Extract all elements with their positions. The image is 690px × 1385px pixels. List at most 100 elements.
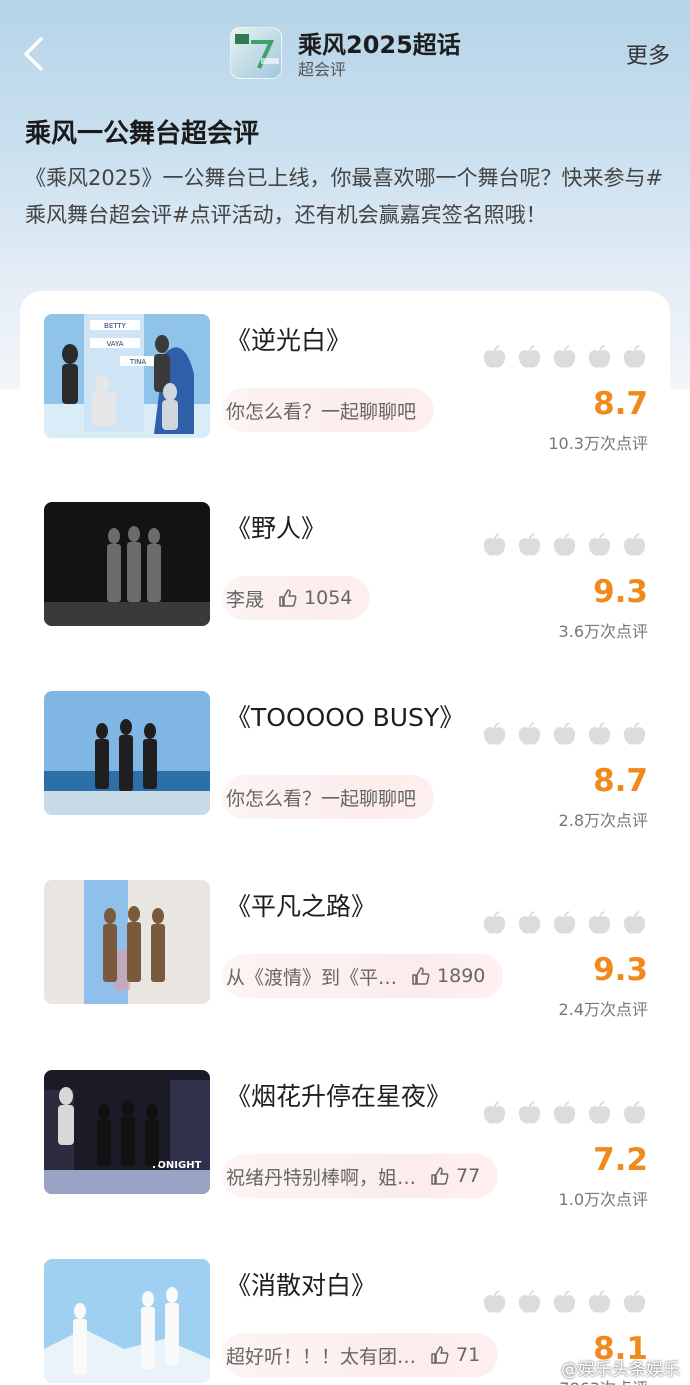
topic-subtitle: 超会评: [298, 60, 347, 79]
list-item[interactable]: BETTY VAYA TINA 《逆光白》 你怎么看？一起聊聊吧 8.7 10.…: [20, 314, 670, 464]
more-button[interactable]: 更多: [626, 38, 670, 70]
apple-icon[interactable]: [586, 344, 613, 371]
topic-logo-icon: [235, 34, 279, 69]
sign-text: TINA: [129, 358, 147, 366]
apple-icon[interactable]: [621, 721, 648, 748]
stage-thumbnail[interactable]: [44, 1259, 210, 1383]
rating-list-card: BETTY VAYA TINA 《逆光白》 你怎么看？一起聊聊吧 8.7 10.…: [20, 291, 670, 1385]
apple-icon[interactable]: [586, 1289, 613, 1316]
apple-icon[interactable]: [481, 1289, 508, 1316]
top-bar: 乘风2025超话 超会评 更多: [0, 0, 690, 110]
apple-icon[interactable]: [551, 1100, 578, 1127]
comment-bubble[interactable]: 你怎么看？一起聊聊吧: [222, 388, 435, 432]
comment-bubble[interactable]: 李晟 1054: [222, 576, 371, 620]
comment-text: 你怎么看？一起聊聊吧: [226, 787, 417, 810]
comment-bubble[interactable]: 从《渡情》到《平… 1890: [222, 954, 504, 998]
apple-icon[interactable]: [586, 532, 613, 559]
list-item[interactable]: 《野人》 李晟 1054 9.3 3.6万次点评: [20, 502, 670, 652]
score: 9.3: [593, 574, 648, 610]
stage-title[interactable]: 《平凡之路》: [226, 888, 456, 926]
stage-title[interactable]: 《消散对白》: [226, 1267, 456, 1305]
stage-title[interactable]: 《逆光白》: [226, 322, 456, 360]
sign-text: VAYA: [106, 340, 123, 348]
apple-icon[interactable]: [481, 910, 508, 937]
comment-text: 超好听！！！太有团…: [226, 1345, 417, 1368]
thumbs-up-icon: [279, 589, 297, 607]
page-title: 乘风一公舞台超会评: [25, 119, 260, 149]
thumbs-up-icon: [431, 1346, 449, 1364]
score: 8.7: [593, 386, 648, 422]
apple-icon[interactable]: [621, 1289, 648, 1316]
apple-icon[interactable]: [481, 532, 508, 559]
apple-icon[interactable]: [481, 1100, 508, 1127]
thumbs-up-icon: [431, 1167, 449, 1185]
like-number: 1054: [304, 587, 353, 609]
rating-apples[interactable]: [481, 532, 648, 559]
comment-text: 祝绪丹特别棒啊，姐…: [226, 1166, 417, 1189]
apple-icon[interactable]: [551, 344, 578, 371]
score: 9.3: [593, 952, 648, 988]
apple-icon[interactable]: [516, 721, 543, 748]
like-count[interactable]: 1054: [278, 587, 352, 609]
stage-thumbnail[interactable]: [44, 880, 210, 1004]
apple-icon[interactable]: [551, 910, 578, 937]
comment-text: 你怎么看？一起聊聊吧: [226, 400, 417, 423]
stage-title[interactable]: 《TOOOOO BUSY》: [226, 699, 464, 737]
thumbs-up-icon: [412, 967, 430, 985]
apple-icon[interactable]: [481, 721, 508, 748]
apple-icon[interactable]: [516, 1100, 543, 1127]
review-count: 2.4万次点评: [558, 1000, 648, 1019]
apple-icon[interactable]: [516, 910, 543, 937]
list-item[interactable]: TONIGHT 《烟花升停在星夜》 祝绪丹特别棒啊，姐… 77 7.2 1.0万…: [20, 1070, 670, 1220]
like-count[interactable]: 77: [430, 1165, 480, 1187]
apple-icon[interactable]: [551, 532, 578, 559]
rating-apples[interactable]: [481, 344, 648, 371]
apple-icon[interactable]: [621, 910, 648, 937]
rating-apples[interactable]: [481, 721, 648, 748]
rating-apples[interactable]: [481, 1100, 648, 1127]
rating-apples[interactable]: [481, 1289, 648, 1316]
comment-text: 从《渡情》到《平…: [226, 966, 398, 989]
rating-apples[interactable]: [481, 910, 648, 937]
sign-text: BETTY: [104, 322, 127, 330]
like-number: 77: [456, 1165, 481, 1187]
score: 7.2: [593, 1142, 648, 1178]
stage-title[interactable]: 《烟花升停在星夜》: [226, 1078, 456, 1116]
apple-icon[interactable]: [621, 344, 648, 371]
stage-title[interactable]: 《野人》: [226, 510, 456, 548]
apple-icon[interactable]: [516, 344, 543, 371]
comment-bubble[interactable]: 你怎么看？一起聊聊吧: [222, 775, 435, 819]
apple-icon[interactable]: [551, 721, 578, 748]
review-count: 2.8万次点评: [558, 811, 648, 830]
apple-icon[interactable]: [481, 344, 508, 371]
apple-icon[interactable]: [551, 1289, 578, 1316]
apple-icon[interactable]: [621, 532, 648, 559]
list-item[interactable]: 《平凡之路》 从《渡情》到《平… 1890 9.3 2.4万次点评: [20, 880, 670, 1030]
review-count: 3.6万次点评: [558, 622, 648, 641]
like-count[interactable]: 1890: [411, 965, 485, 987]
comment-author: 李晟: [226, 588, 265, 611]
review-count: 10.3万次点评: [548, 434, 648, 453]
apple-icon[interactable]: [586, 721, 613, 748]
like-number: 71: [456, 1344, 481, 1366]
chevron-left-icon: [24, 37, 43, 71]
comment-bubble[interactable]: 超好听！！！太有团… 71: [222, 1333, 499, 1377]
like-count[interactable]: 71: [430, 1344, 480, 1366]
page-description: 《乘风2025》一公舞台已上线，你最喜欢哪一个舞台呢？快来参与#乘风舞台超会评#…: [25, 166, 664, 227]
apple-icon[interactable]: [586, 1100, 613, 1127]
review-count: 1.0万次点评: [558, 1190, 648, 1209]
topic-avatar[interactable]: [230, 27, 282, 79]
apple-icon[interactable]: [586, 910, 613, 937]
topic-title[interactable]: 乘风2025超话: [298, 25, 461, 60]
stage-thumbnail[interactable]: [44, 691, 210, 815]
comment-bubble[interactable]: 祝绪丹特别棒啊，姐… 77: [222, 1154, 499, 1198]
apple-icon[interactable]: [621, 1100, 648, 1127]
stage-thumbnail[interactable]: BETTY VAYA TINA: [44, 314, 210, 438]
apple-icon[interactable]: [516, 1289, 543, 1316]
stage-thumbnail[interactable]: [44, 502, 210, 626]
score: 8.7: [593, 763, 648, 799]
stage-thumbnail[interactable]: TONIGHT: [44, 1070, 210, 1194]
apple-icon[interactable]: [516, 532, 543, 559]
list-item[interactable]: 《TOOOOO BUSY》 你怎么看？一起聊聊吧 8.7 2.8万次点评: [20, 691, 670, 841]
back-button[interactable]: [16, 34, 50, 74]
